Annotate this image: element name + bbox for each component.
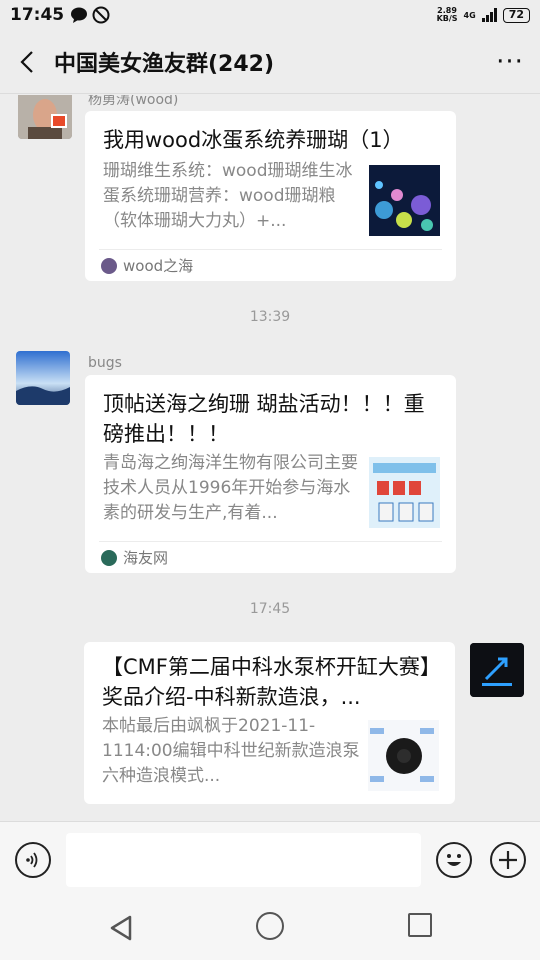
more-icon: ··· [496, 46, 524, 77]
card-description: 珊瑚维生系统：wood珊瑚维生冰蛋系统珊瑚营养：wood珊瑚粮（软体珊瑚大力丸）… [103, 161, 353, 231]
card-source-name: 海友网 [123, 549, 169, 567]
card-thumbnail [369, 165, 440, 236]
sender-name: bugs [88, 355, 122, 371]
net-speed: 2.89 KB/S [436, 6, 458, 23]
status-right: 2.89 KB/S 4G 72 [437, 7, 530, 23]
card-title: 顶帖送海之绚珊 瑚盐活动！！！重磅推出！！！ [103, 392, 425, 446]
do-not-disturb-icon [92, 6, 110, 24]
nav-home-icon[interactable] [256, 912, 284, 940]
my-avatar[interactable] [470, 643, 524, 697]
sender-name: 杨勇涛(wood) [88, 95, 179, 108]
source-logo-icon [101, 549, 117, 566]
nav-back-icon[interactable] [106, 913, 136, 943]
voice-icon [26, 852, 38, 868]
timestamp: 13:39 [249, 309, 291, 325]
more-options-button[interactable]: ··· [480, 30, 540, 94]
link-card[interactable]: 顶帖送海之绚珊 瑚盐活动！！！重磅推出！！！ 青岛海之绚海洋生物有限公司主要技术… [85, 375, 456, 573]
message-input[interactable] [66, 833, 421, 887]
card-thumbnail [368, 720, 439, 791]
battery-icon: 72 [502, 7, 530, 23]
more-functions-button[interactable] [490, 842, 526, 878]
voice-button[interactable] [15, 842, 51, 878]
emoji-icon [447, 854, 461, 866]
timestamp: 17:45 [249, 601, 291, 617]
chevron-left-icon [20, 50, 33, 73]
nav-recent-apps-icon[interactable] [408, 913, 432, 937]
status-notification-icons [70, 6, 110, 24]
status-bar: 17:45 2.89 KB/S 4G 72 [0, 0, 540, 30]
input-bar [0, 821, 540, 897]
card-thumbnail [369, 457, 440, 528]
card-divider [99, 541, 442, 542]
chat-title: 中国美女渔友群(242) [54, 51, 275, 77]
card-source: wood之海 [101, 255, 193, 276]
avatar[interactable] [18, 95, 72, 139]
signal-icon [481, 8, 497, 22]
network-type: 4G [463, 10, 476, 20]
card-title: 我用wood冰蛋系统养珊瑚（1） [103, 128, 404, 152]
back-button[interactable] [0, 30, 54, 94]
card-description: 本帖最后由飒枫于2021-11-1114:00编辑中科世纪新款造浪泵六种造浪模式… [102, 716, 360, 786]
avatar[interactable] [16, 351, 70, 405]
source-logo-icon [101, 257, 117, 274]
card-description: 青岛海之绚海洋生物有限公司主要技术人员从1996年开始参与海水素的研发与生产,有… [103, 453, 358, 523]
chat-notification-icon [71, 7, 88, 23]
card-title: 【CMF第二届中科水泵杯开缸大赛】奖品介绍-中科新款造浪，... [102, 655, 441, 709]
system-nav-bar [0, 897, 540, 960]
plus-icon [499, 851, 517, 869]
link-card[interactable]: 【CMF第二届中科水泵杯开缸大赛】奖品介绍-中科新款造浪，... 本帖最后由飒枫… [84, 642, 455, 804]
card-source-name: wood之海 [123, 257, 194, 275]
card-source: 海友网 [101, 547, 168, 568]
message-list[interactable]: 杨勇涛(wood) 我用wood冰蛋系统养珊瑚（1） 珊瑚维生系统：wood珊瑚… [0, 95, 540, 821]
status-time: 17:45 [10, 5, 65, 25]
chat-header: 中国美女渔友群(242) ··· [0, 30, 540, 94]
link-card[interactable]: 我用wood冰蛋系统养珊瑚（1） 珊瑚维生系统：wood珊瑚维生冰蛋系统珊瑚营养… [85, 111, 456, 281]
emoji-button[interactable] [436, 842, 472, 878]
card-divider [99, 249, 442, 250]
